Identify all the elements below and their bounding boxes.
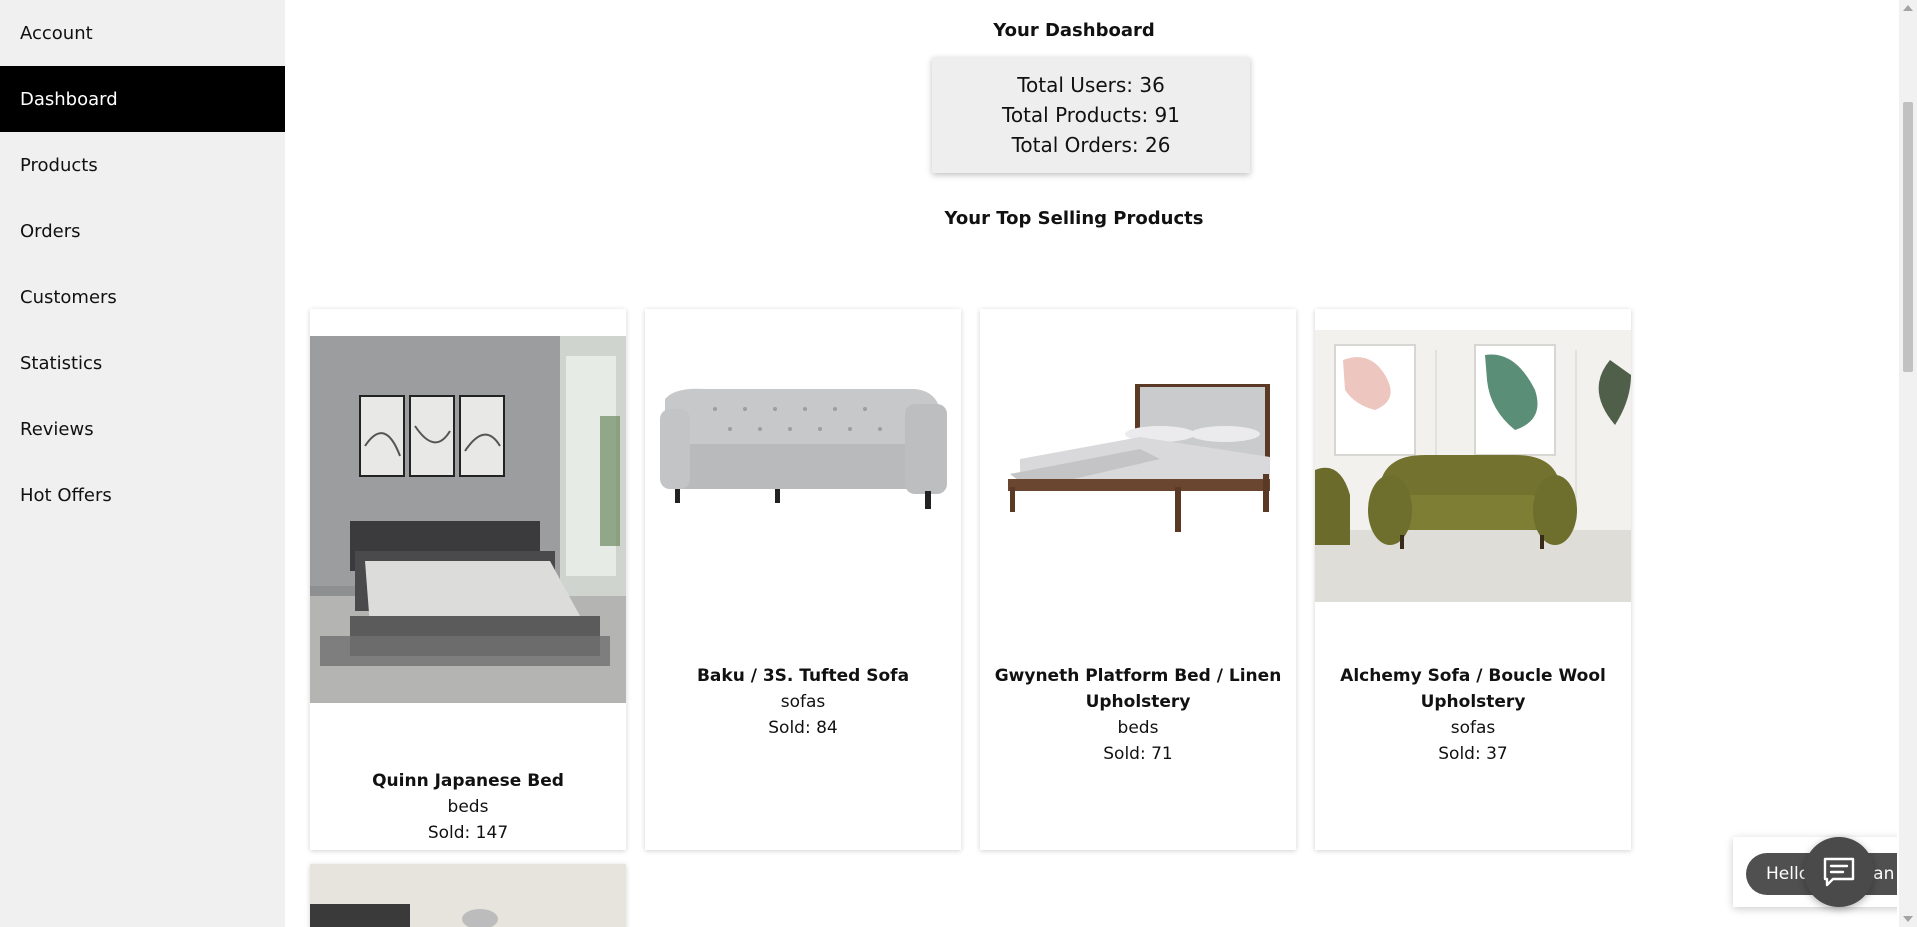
product-name: Alchemy Sofa / Boucle Wool Upholstery [1340,666,1606,712]
sidebar-item-label: Hot Offers [20,484,112,506]
sidebar-item-label: Dashboard [20,88,118,110]
total-orders-stat: Total Orders: 26 [1011,133,1171,157]
total-users-stat: Total Users: 36 [1017,73,1165,97]
sidebar: Account Dashboard Products Orders Custom… [0,0,285,927]
product-image [645,359,961,539]
product-sold-count: Sold: 147 [427,823,509,843]
stats-summary: Total Users: 36 Total Products: 91 Total… [932,57,1250,173]
top-selling-title: Your Top Selling Products [944,208,1204,229]
total-products-stat: Total Products: 91 [1002,103,1180,127]
sidebar-item-reviews[interactable]: Reviews [0,396,285,462]
sidebar-item-label: Products [20,154,98,176]
sidebar-item-label: Orders [20,220,81,242]
sidebar-item-label: Reviews [20,418,94,440]
page-title: Your Dashboard [993,20,1155,41]
product-category: sofas [780,692,826,712]
product-info: Baku / 3S. Tufted Sofa sofas Sold: 84 [655,663,951,741]
sidebar-item-hot-offers[interactable]: Hot Offers [0,462,285,528]
sidebar-item-label: Account [20,22,93,44]
chat-launcher-button[interactable] [1804,837,1874,907]
product-card[interactable]: Gwyneth Platform Bed / Linen Upholstery … [980,309,1296,850]
product-sold-count: Sold: 71 [1103,744,1173,764]
sidebar-item-dashboard[interactable]: Dashboard [0,66,285,132]
sidebar-item-account[interactable]: Account [0,0,285,66]
product-name: Gwyneth Platform Bed / Linen Upholstery [994,666,1282,712]
chat-icon [1823,857,1855,887]
product-category: sofas [1450,718,1496,738]
page-scrollbar[interactable] [1899,0,1917,927]
sidebar-item-customers[interactable]: Customers [0,264,285,330]
product-image [310,864,626,927]
scroll-down-arrow-icon[interactable] [1903,916,1913,922]
product-image [980,379,1296,549]
sidebar-item-statistics[interactable]: Statistics [0,330,285,396]
product-sold-count: Sold: 84 [768,718,838,738]
product-name: Baku / 3S. Tufted Sofa [696,666,910,686]
product-image [1315,330,1631,602]
product-category: beds [1117,718,1159,738]
main-content: Your Dashboard Total Users: 36 Total Pro… [285,0,1897,927]
product-sold-count: Sold: 37 [1438,744,1508,764]
sidebar-item-orders[interactable]: Orders [0,198,285,264]
product-card[interactable]: Quinn Japanese Bed beds Sold: 147 [310,309,626,850]
sidebar-item-label: Statistics [20,352,103,374]
product-name: Quinn Japanese Bed [372,771,564,791]
scroll-up-arrow-icon[interactable] [1903,5,1913,11]
product-card[interactable]: Alchemy Sofa / Boucle Wool Upholstery so… [1315,309,1631,850]
product-category: beds [447,797,489,817]
product-image [310,336,626,703]
sidebar-item-products[interactable]: Products [0,132,285,198]
product-info: Gwyneth Platform Bed / Linen Upholstery … [990,663,1286,767]
sidebar-item-label: Customers [20,286,117,308]
product-card[interactable]: Baku / 3S. Tufted Sofa sofas Sold: 84 [645,309,961,850]
product-info: Alchemy Sofa / Boucle Wool Upholstery so… [1325,663,1621,767]
scrollbar-thumb[interactable] [1903,102,1913,372]
product-card-partial[interactable] [310,864,626,927]
product-info: Quinn Japanese Bed beds Sold: 147 [320,768,616,846]
